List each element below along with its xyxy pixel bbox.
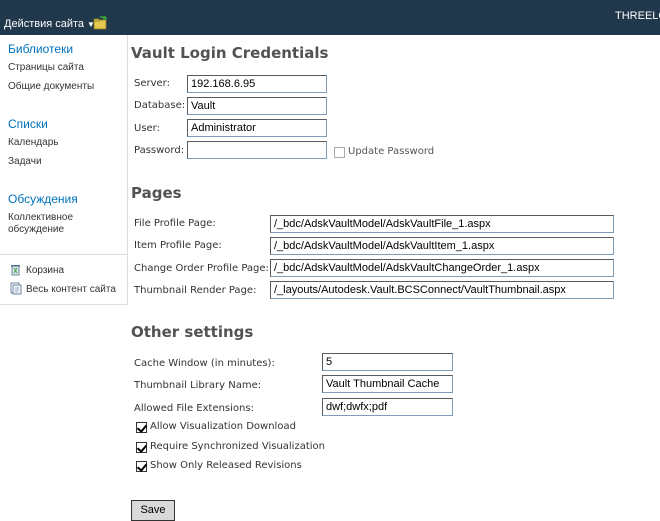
- require-sync-label: Require Synchronized Visualization: [150, 441, 325, 452]
- server-label: Server:: [134, 78, 170, 89]
- cache-window-input[interactable]: 5: [322, 353, 453, 371]
- all-content-icon: [10, 282, 22, 295]
- nav-heading-lists[interactable]: Списки: [8, 117, 48, 131]
- user-name-menu[interactable]: THREELOG: [615, 10, 660, 22]
- site-actions-label: Действия сайта: [4, 18, 85, 30]
- section-title-pages: Pages: [131, 184, 182, 202]
- section-title-other: Other settings: [131, 323, 254, 341]
- save-button[interactable]: Save: [131, 500, 175, 521]
- database-label: Database:: [134, 100, 186, 111]
- item-profile-input[interactable]: /_bdc/AdskVaultModel/AdskVaultItem_1.asp…: [270, 237, 614, 255]
- nav-item-calendar[interactable]: Календарь: [8, 137, 58, 149]
- password-input[interactable]: [187, 141, 327, 159]
- server-input[interactable]: 192.168.6.95: [187, 75, 327, 93]
- thumbnail-render-input[interactable]: /_layouts/Autodesk.Vault.BCSConnect/Vaul…: [270, 281, 614, 299]
- allowed-extensions-label: Allowed File Extensions:: [134, 403, 254, 414]
- allow-download-checkbox[interactable]: [136, 422, 147, 433]
- allow-download-label: Allow Visualization Download: [150, 421, 296, 432]
- user-input[interactable]: Administrator: [187, 119, 327, 137]
- nav-item-team-discussion[interactable]: Коллективное обсуждение: [8, 212, 108, 236]
- thumbnail-library-input[interactable]: Vault Thumbnail Cache: [322, 375, 453, 393]
- recycle-bin-icon: [11, 265, 20, 276]
- change-order-input[interactable]: /_bdc/AdskVaultModel/AdskVaultChangeOrde…: [270, 259, 614, 277]
- nav-item-site-pages[interactable]: Страницы сайта: [8, 62, 84, 74]
- section-title-login: Vault Login Credentials: [131, 44, 329, 62]
- site-actions-menu[interactable]: Действия сайта ▼: [4, 18, 95, 30]
- change-order-label: Change Order Profile Page:: [134, 263, 269, 274]
- database-input[interactable]: Vault: [187, 97, 327, 115]
- folder-navigate-icon[interactable]: [93, 16, 107, 30]
- require-sync-checkbox[interactable]: [136, 442, 147, 453]
- left-navigation: Библиотеки Страницы сайта Общие документ…: [0, 35, 128, 305]
- password-label: Password:: [134, 145, 185, 156]
- cache-window-label: Cache Window (in minutes):: [134, 358, 275, 369]
- file-profile-label: File Profile Page:: [134, 218, 216, 229]
- nav-item-shared-documents[interactable]: Общие документы: [8, 81, 94, 93]
- item-profile-label: Item Profile Page:: [134, 240, 222, 251]
- user-label: User:: [134, 123, 160, 134]
- nav-item-tasks[interactable]: Задачи: [8, 156, 42, 168]
- nav-item-recycle-bin[interactable]: Корзина: [26, 265, 64, 277]
- update-password-label: Update Password: [348, 146, 435, 157]
- update-password-checkbox[interactable]: [334, 147, 345, 158]
- thumbnail-render-label: Thumbnail Render Page:: [134, 285, 257, 296]
- thumbnail-library-label: Thumbnail Library Name:: [134, 380, 262, 391]
- top-bar: Действия сайта▼ THREELOG: [0, 0, 660, 35]
- nav-heading-libraries[interactable]: Библиотеки: [8, 42, 73, 56]
- nav-item-all-site-content[interactable]: Весь контент сайта: [26, 284, 116, 296]
- allowed-extensions-input[interactable]: dwf;dwfx;pdf: [322, 398, 453, 416]
- nav-heading-discussions[interactable]: Обсуждения: [8, 192, 78, 206]
- nav-divider: [0, 254, 128, 255]
- show-released-label: Show Only Released Revisions: [150, 460, 302, 471]
- file-profile-input[interactable]: /_bdc/AdskVaultModel/AdskVaultFile_1.asp…: [270, 215, 614, 233]
- show-released-checkbox[interactable]: [136, 461, 147, 472]
